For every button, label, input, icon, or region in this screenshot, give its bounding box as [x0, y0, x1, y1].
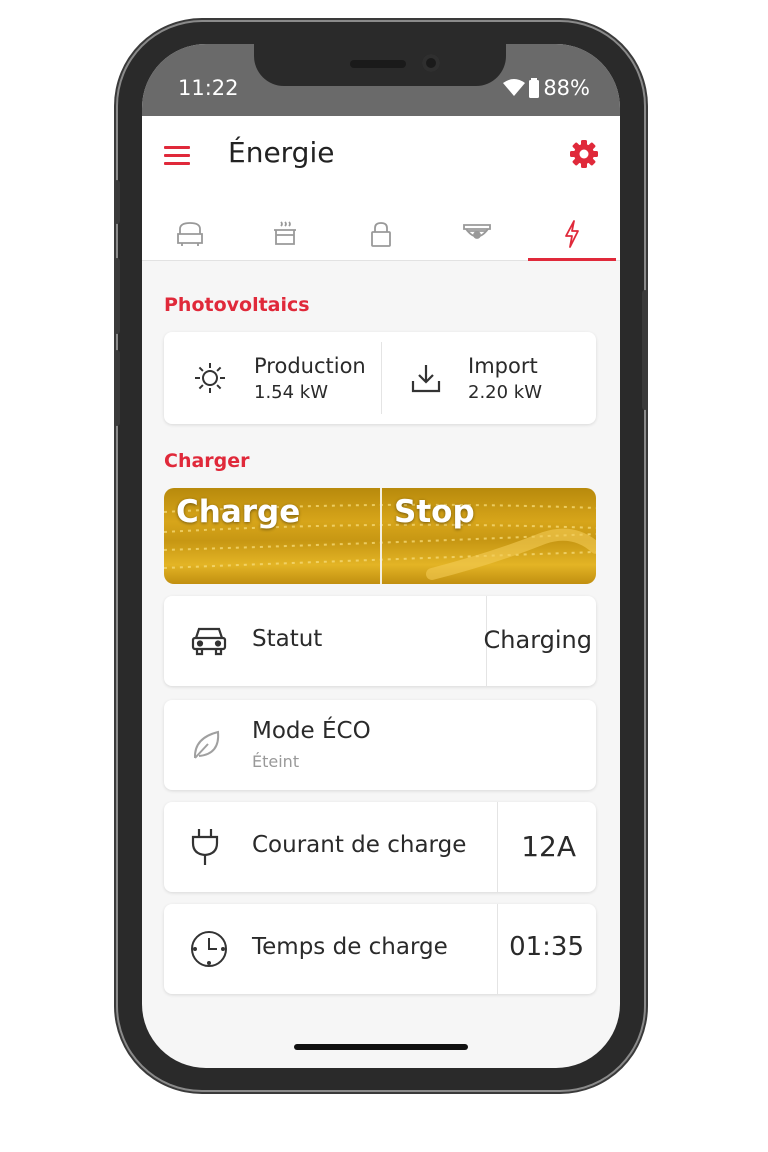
- tab-kitchen[interactable]: [238, 208, 334, 260]
- tab-energy[interactable]: [524, 208, 620, 261]
- system-icons: 88%: [503, 76, 590, 100]
- car-icon: [191, 627, 227, 656]
- phone-power-button: [642, 290, 648, 410]
- status-label: Statut: [252, 626, 323, 652]
- charging-current-label: Courant de charge: [252, 832, 467, 858]
- screen: 11:22 88% Énergie Photovoltaics Producti…: [142, 44, 620, 1068]
- wifi-icon: [503, 79, 526, 96]
- battery-icon: [529, 78, 540, 98]
- stop-button-label: Stop: [394, 494, 475, 530]
- tab-surveillance[interactable]: [429, 208, 525, 260]
- sun-icon: [195, 363, 225, 393]
- production-value: 1.54 kW: [254, 381, 329, 403]
- settings-gear-icon[interactable]: [568, 138, 600, 170]
- photovoltaics-card: Production 1.54 kW Import 2.20 kW: [164, 332, 596, 424]
- sofa-icon: [176, 222, 203, 246]
- status-row: Statut Charging: [164, 596, 596, 686]
- status-bar: 11:22 88%: [142, 44, 620, 116]
- production-text: Production 1.54 kW: [254, 354, 366, 403]
- tab-living-room[interactable]: [142, 208, 238, 260]
- phone-side-button: [114, 180, 120, 224]
- status-time: 11:22: [178, 76, 239, 100]
- plug-icon: [191, 829, 219, 865]
- import-cell: Import 2.20 kW: [382, 332, 596, 424]
- section-label-charger: Charger: [164, 450, 250, 472]
- tab-security[interactable]: [333, 208, 429, 260]
- charge-stop-banner: Charge Stop: [164, 488, 596, 584]
- charge-button-label: Charge: [176, 494, 301, 530]
- import-text: Import 2.20 kW: [468, 354, 542, 403]
- home-indicator[interactable]: [294, 1044, 468, 1050]
- tab-bar: [142, 208, 620, 261]
- hamburger-menu-icon[interactable]: [164, 146, 190, 166]
- eco-mode-label: Mode ÉCO: [252, 718, 371, 744]
- section-label-photovoltaics: Photovoltaics: [164, 294, 310, 316]
- eco-mode-status: Éteint: [252, 752, 300, 771]
- front-camera: [422, 54, 440, 72]
- clock-icon: [191, 931, 227, 967]
- charge-button[interactable]: Charge: [164, 488, 380, 584]
- cooking-pot-icon: [274, 221, 297, 245]
- production-cell: Production 1.54 kW: [164, 332, 380, 424]
- production-label: Production: [254, 353, 366, 378]
- lock-icon: [371, 222, 391, 247]
- battery-percent: 88%: [543, 76, 590, 100]
- charging-current-row[interactable]: Courant de charge 12A: [164, 802, 596, 892]
- notch: [254, 44, 506, 86]
- phone-volume-up-button: [114, 258, 120, 334]
- eco-mode-row[interactable]: Mode ÉCO Éteint: [164, 700, 596, 790]
- leaf-icon: [193, 730, 220, 759]
- charging-current-value: 12A: [521, 830, 576, 863]
- speaker: [350, 60, 406, 68]
- download-icon: [411, 365, 441, 393]
- charging-current-divider: [497, 802, 498, 892]
- charging-time-row[interactable]: Temps de charge 01:35: [164, 904, 596, 994]
- lightning-icon: [565, 220, 580, 248]
- security-camera-icon: [462, 224, 491, 239]
- import-label: Import: [468, 353, 538, 378]
- status-value: Charging: [483, 626, 592, 654]
- import-value: 2.20 kW: [468, 381, 543, 403]
- charging-time-label: Temps de charge: [252, 934, 448, 960]
- stop-button[interactable]: Stop: [382, 488, 596, 584]
- page-title: Énergie: [228, 136, 335, 169]
- charging-time-value: 01:35: [509, 932, 584, 962]
- app-header: Énergie: [142, 116, 620, 261]
- charging-time-divider: [497, 904, 498, 994]
- phone-volume-down-button: [114, 350, 120, 426]
